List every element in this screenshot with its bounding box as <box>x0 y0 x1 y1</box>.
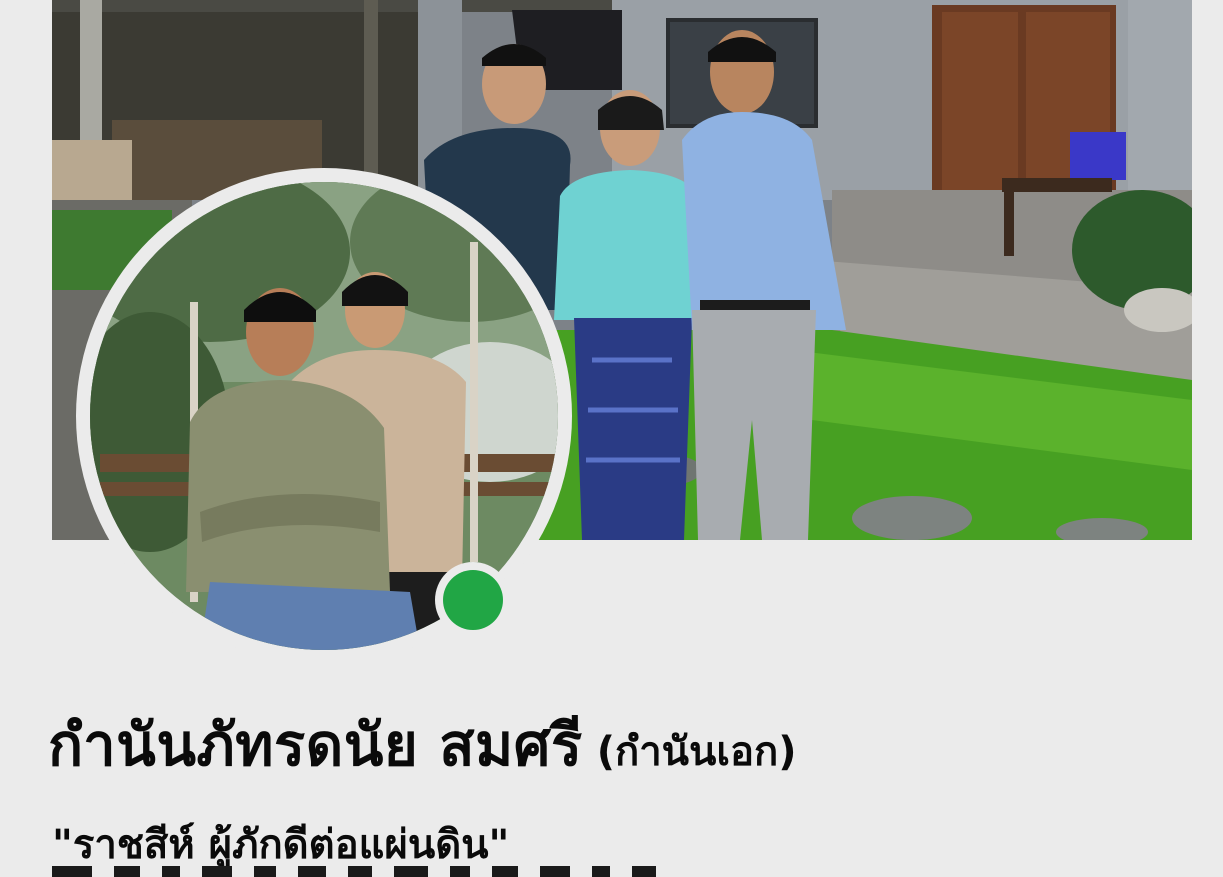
profile-nickname: (กำนันเอก) <box>596 729 797 775</box>
profile-page: กำนันภัทรดนัย สมศรี (กำนันเอก) "ราชสีห์ ผ… <box>0 0 1223 877</box>
cut-off-text-line <box>52 866 1172 877</box>
profile-name-row: กำนันภัทรดนัย สมศรี (กำนันเอก) <box>48 698 1198 791</box>
online-status-indicator <box>435 562 511 638</box>
profile-name: กำนันภัทรดนัย สมศรี <box>48 711 583 779</box>
online-status-dot <box>443 570 503 630</box>
